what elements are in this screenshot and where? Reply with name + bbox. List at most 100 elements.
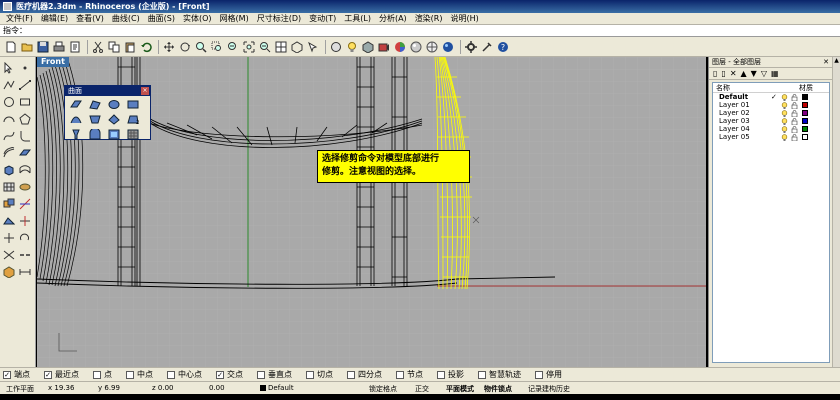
osnap-option[interactable]: ✓ 端点: [3, 369, 30, 380]
lock-icon[interactable]: [791, 93, 798, 101]
surface-sweep-icon[interactable]: [68, 113, 84, 126]
layer-name[interactable]: Layer 02: [713, 109, 771, 117]
lock-icon[interactable]: [791, 117, 798, 125]
solid-box-icon[interactable]: [2, 163, 16, 177]
menu-help[interactable]: 说明(H): [447, 13, 483, 24]
viewport-layout-icon[interactable]: [274, 40, 288, 54]
osnap-checkbox[interactable]: [167, 370, 175, 379]
osnap-option[interactable]: 点: [93, 369, 112, 380]
offset-curve-icon[interactable]: [2, 146, 16, 160]
layer-row[interactable]: Layer 04: [713, 125, 829, 133]
layer-color-swatch[interactable]: [802, 102, 808, 108]
fillet-icon[interactable]: [18, 129, 32, 143]
object-snap-toggle[interactable]: 物件锁点: [484, 384, 512, 394]
loft-surface-icon[interactable]: [18, 163, 32, 177]
surface-toolbar-titlebar[interactable]: 曲面 ×: [65, 86, 150, 96]
osnap-option[interactable]: 中心点: [167, 369, 202, 380]
osnap-checkbox[interactable]: [396, 370, 404, 379]
edit-points-icon[interactable]: [2, 214, 16, 228]
close-icon[interactable]: ×: [141, 87, 149, 95]
layer-row[interactable]: Layer 02: [713, 109, 829, 117]
new-sublayer-icon[interactable]: ▯: [721, 69, 725, 78]
osnap-option[interactable]: 中点: [126, 369, 153, 380]
surface-loft-icon[interactable]: [87, 113, 103, 126]
move-icon[interactable]: [2, 231, 16, 245]
zoom-selected-icon[interactable]: [242, 40, 256, 54]
viewport-title-tab[interactable]: Front: [37, 57, 69, 67]
tool-settings-icon[interactable]: [480, 40, 494, 54]
surface-from-points-icon[interactable]: [68, 98, 84, 111]
layer-name[interactable]: Layer 03: [713, 117, 771, 125]
boolean-icon[interactable]: [2, 197, 16, 211]
layer-name-column-header[interactable]: 名称: [713, 83, 799, 92]
delete-layer-icon[interactable]: ✕: [730, 69, 737, 78]
help-icon[interactable]: ?: [496, 40, 510, 54]
panel-scrollbar[interactable]: ▲: [832, 57, 840, 367]
light-bulb-icon[interactable]: [781, 109, 788, 117]
zoom-icon[interactable]: [194, 40, 208, 54]
object-props-icon[interactable]: [329, 40, 343, 54]
lock-icon[interactable]: [791, 133, 798, 141]
surface-patch-icon[interactable]: [87, 128, 103, 141]
current-layer-check[interactable]: ✓: [771, 93, 781, 101]
osnap-option[interactable]: 切点: [306, 369, 333, 380]
record-history-toggle[interactable]: 记录建构历史: [528, 384, 570, 394]
layer-color-swatch[interactable]: [802, 110, 808, 116]
move-up-icon[interactable]: ▲: [741, 69, 747, 78]
command-input[interactable]: [27, 25, 627, 36]
osnap-checkbox[interactable]: [306, 370, 314, 379]
rotate-view-icon[interactable]: [178, 40, 192, 54]
light-bulb-icon[interactable]: [781, 125, 788, 133]
surface-revolve-icon[interactable]: [106, 113, 122, 126]
point-icon[interactable]: [18, 61, 32, 75]
layer-name[interactable]: Default: [713, 93, 771, 101]
layer-row[interactable]: Default ✓: [713, 93, 829, 101]
osnap-checkbox[interactable]: [535, 370, 543, 379]
rectangle-icon[interactable]: [18, 95, 32, 109]
render-sphere-icon[interactable]: [441, 40, 455, 54]
osnap-checkbox[interactable]: [437, 370, 445, 379]
layer-row[interactable]: Layer 05: [713, 133, 829, 141]
zoom-extents-icon[interactable]: [226, 40, 240, 54]
layer-name[interactable]: Layer 04: [713, 125, 771, 133]
cut-icon[interactable]: [91, 40, 105, 54]
options-gear-icon[interactable]: [464, 40, 478, 54]
panel-close-icon[interactable]: ✕: [823, 58, 829, 66]
surface-network-icon[interactable]: 2: [125, 113, 141, 126]
osnap-option[interactable]: ✓ 交点: [216, 369, 243, 380]
menu-file[interactable]: 文件(F): [2, 13, 37, 24]
curve-icon[interactable]: [2, 129, 16, 143]
rotate-icon[interactable]: [18, 231, 32, 245]
osnap-option[interactable]: 四分点: [347, 369, 382, 380]
layer-row[interactable]: Layer 01: [713, 101, 829, 109]
menu-solid[interactable]: 实体(O): [179, 13, 216, 24]
line-icon[interactable]: [18, 78, 32, 92]
shade-icon[interactable]: [361, 40, 375, 54]
properties-icon[interactable]: [68, 40, 82, 54]
join-icon[interactable]: [18, 248, 32, 262]
split-icon[interactable]: [18, 214, 32, 228]
layer-name[interactable]: Layer 01: [713, 101, 771, 109]
menu-mesh[interactable]: 网格(M): [216, 13, 253, 24]
analyze-icon[interactable]: [18, 197, 32, 211]
layer-color-swatch[interactable]: [802, 118, 808, 124]
render-preview-icon[interactable]: [377, 40, 391, 54]
copy-icon[interactable]: [107, 40, 121, 54]
menu-analyze[interactable]: 分析(A): [375, 13, 411, 24]
polygon-icon[interactable]: [18, 112, 32, 126]
osnap-checkbox[interactable]: [347, 370, 355, 379]
surface-heightfield-icon[interactable]: [125, 128, 141, 141]
osnap-checkbox[interactable]: [126, 370, 134, 379]
osnap-option[interactable]: 停用: [535, 369, 562, 380]
paste-icon[interactable]: [123, 40, 137, 54]
menu-surface[interactable]: 曲面(S): [144, 13, 179, 24]
ortho-toggle[interactable]: 正交: [415, 384, 429, 394]
scroll-up-icon[interactable]: ▲: [833, 57, 840, 65]
surface-extrude-icon[interactable]: [68, 128, 84, 141]
layer-name[interactable]: Layer 05: [713, 133, 771, 141]
save-icon[interactable]: [36, 40, 50, 54]
osnap-option[interactable]: ✓ 最近点: [44, 369, 79, 380]
light-bulb-icon[interactable]: [781, 93, 788, 101]
environment-icon[interactable]: [425, 40, 439, 54]
wireframe-icon[interactable]: [290, 40, 304, 54]
